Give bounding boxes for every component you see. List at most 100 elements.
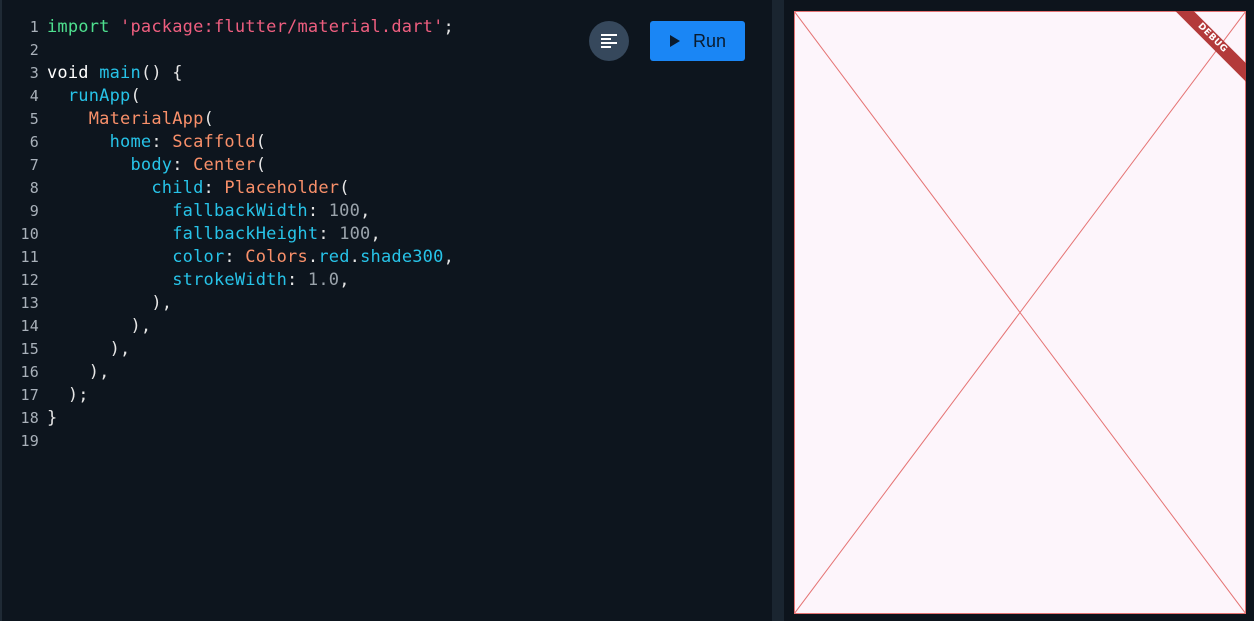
code-line[interactable]: 18} xyxy=(2,407,774,430)
line-number: 4 xyxy=(29,87,39,105)
code-token: body xyxy=(130,155,173,175)
placeholder-widget xyxy=(794,11,1246,614)
split-divider[interactable] xyxy=(772,0,784,621)
code-token: strokeWidth xyxy=(172,270,288,290)
line-number: 18 xyxy=(20,409,39,427)
code-token: ); xyxy=(47,385,89,405)
code-text: body: Center( xyxy=(47,154,266,177)
code-line[interactable]: 5 MaterialApp( xyxy=(2,108,774,131)
code-line[interactable]: 7 body: Center( xyxy=(2,154,774,177)
code-line[interactable]: 6 home: Scaffold( xyxy=(2,131,774,154)
code-text: fallbackHeight: 100, xyxy=(47,223,381,246)
run-button-label: Run xyxy=(692,30,727,51)
run-button[interactable]: Run xyxy=(650,21,745,61)
line-number: 1 xyxy=(29,18,39,36)
code-token: 100 xyxy=(328,201,361,221)
code-token: fallbackWidth xyxy=(172,201,308,221)
app-preview-canvas[interactable]: DEBUG xyxy=(794,11,1246,614)
code-token: red xyxy=(318,247,350,267)
code-token: color xyxy=(172,247,225,267)
code-token: : xyxy=(172,155,194,175)
line-number: 15 xyxy=(20,340,39,358)
code-text: ), xyxy=(47,361,110,384)
code-line[interactable]: 9 fallbackWidth: 100, xyxy=(2,200,774,223)
code-text: runApp( xyxy=(47,85,141,108)
code-text: } xyxy=(47,407,57,430)
code-token: Center xyxy=(193,155,256,175)
code-text: ), xyxy=(47,315,151,338)
code-token: Scaffold xyxy=(172,132,256,152)
code-text: home: Scaffold( xyxy=(47,131,266,154)
code-token: ), xyxy=(47,339,131,359)
line-number: 7 xyxy=(29,156,39,174)
code-token: import xyxy=(47,17,110,37)
code-token: , xyxy=(370,224,381,244)
code-line[interactable]: 13 ), xyxy=(2,292,774,315)
code-token: 'package:flutter/material.dart' xyxy=(120,17,444,37)
line-number: 8 xyxy=(29,179,39,197)
code-token: ( xyxy=(255,132,267,152)
code-text: import 'package:flutter/material.dart'; xyxy=(47,16,454,39)
line-number: 5 xyxy=(29,110,39,128)
line-number: 19 xyxy=(20,432,39,450)
code-token: ; xyxy=(443,17,454,37)
code-text: ); xyxy=(47,384,89,407)
code-text: child: Placeholder( xyxy=(47,177,350,200)
code-token: Placeholder xyxy=(224,178,340,198)
code-token: ( xyxy=(203,109,214,129)
code-line[interactable]: 19 xyxy=(2,430,774,453)
code-text: fallbackWidth: 100, xyxy=(47,200,371,223)
line-number: 6 xyxy=(29,133,39,151)
line-number: 9 xyxy=(29,202,39,220)
code-text: void main() { xyxy=(47,62,183,85)
play-icon xyxy=(669,35,680,47)
code-token: ), xyxy=(47,293,173,313)
code-token: ( xyxy=(255,155,267,175)
code-line[interactable]: 8 child: Placeholder( xyxy=(2,177,774,200)
code-line[interactable]: 12 strokeWidth: 1.0, xyxy=(2,269,774,292)
code-token: : xyxy=(307,201,329,221)
code-token: } xyxy=(47,408,58,428)
line-number: 16 xyxy=(20,363,39,381)
line-number: 10 xyxy=(20,225,39,243)
code-token: : xyxy=(287,270,308,290)
code-token: Colors xyxy=(245,247,308,267)
code-token: , xyxy=(339,270,350,290)
line-number: 11 xyxy=(20,248,39,266)
code-line[interactable]: 4 runApp( xyxy=(2,85,774,108)
line-number: 17 xyxy=(20,386,39,404)
code-line[interactable]: 17 ); xyxy=(2,384,774,407)
code-line[interactable]: 3 void main() { xyxy=(2,62,774,85)
code-token: main xyxy=(99,63,141,83)
format-align-left-icon xyxy=(601,34,617,48)
code-token: runApp xyxy=(67,86,131,106)
code-token: ), xyxy=(47,362,110,382)
code-token: fallbackHeight xyxy=(172,224,319,244)
line-number: 13 xyxy=(20,294,39,312)
code-token: . xyxy=(349,247,361,267)
code-text: MaterialApp( xyxy=(47,108,214,131)
code-line[interactable]: 16 ), xyxy=(2,361,774,384)
code-area[interactable]: 1 import 'package:flutter/material.dart';… xyxy=(2,16,774,453)
code-line[interactable]: 11 color: Colors.red.shade300, xyxy=(2,246,774,269)
code-line[interactable]: 15 ), xyxy=(2,338,774,361)
code-line[interactable]: 10 fallbackHeight: 100, xyxy=(2,223,774,246)
code-line[interactable]: 14 ), xyxy=(2,315,774,338)
format-code-button[interactable] xyxy=(589,21,629,61)
code-editor[interactable]: 1 import 'package:flutter/material.dart';… xyxy=(0,0,772,621)
code-token: : xyxy=(151,132,173,152)
line-number: 3 xyxy=(29,64,39,82)
line-number: 14 xyxy=(20,317,39,335)
code-text: strokeWidth: 1.0, xyxy=(47,269,350,292)
line-number: 2 xyxy=(29,41,39,59)
